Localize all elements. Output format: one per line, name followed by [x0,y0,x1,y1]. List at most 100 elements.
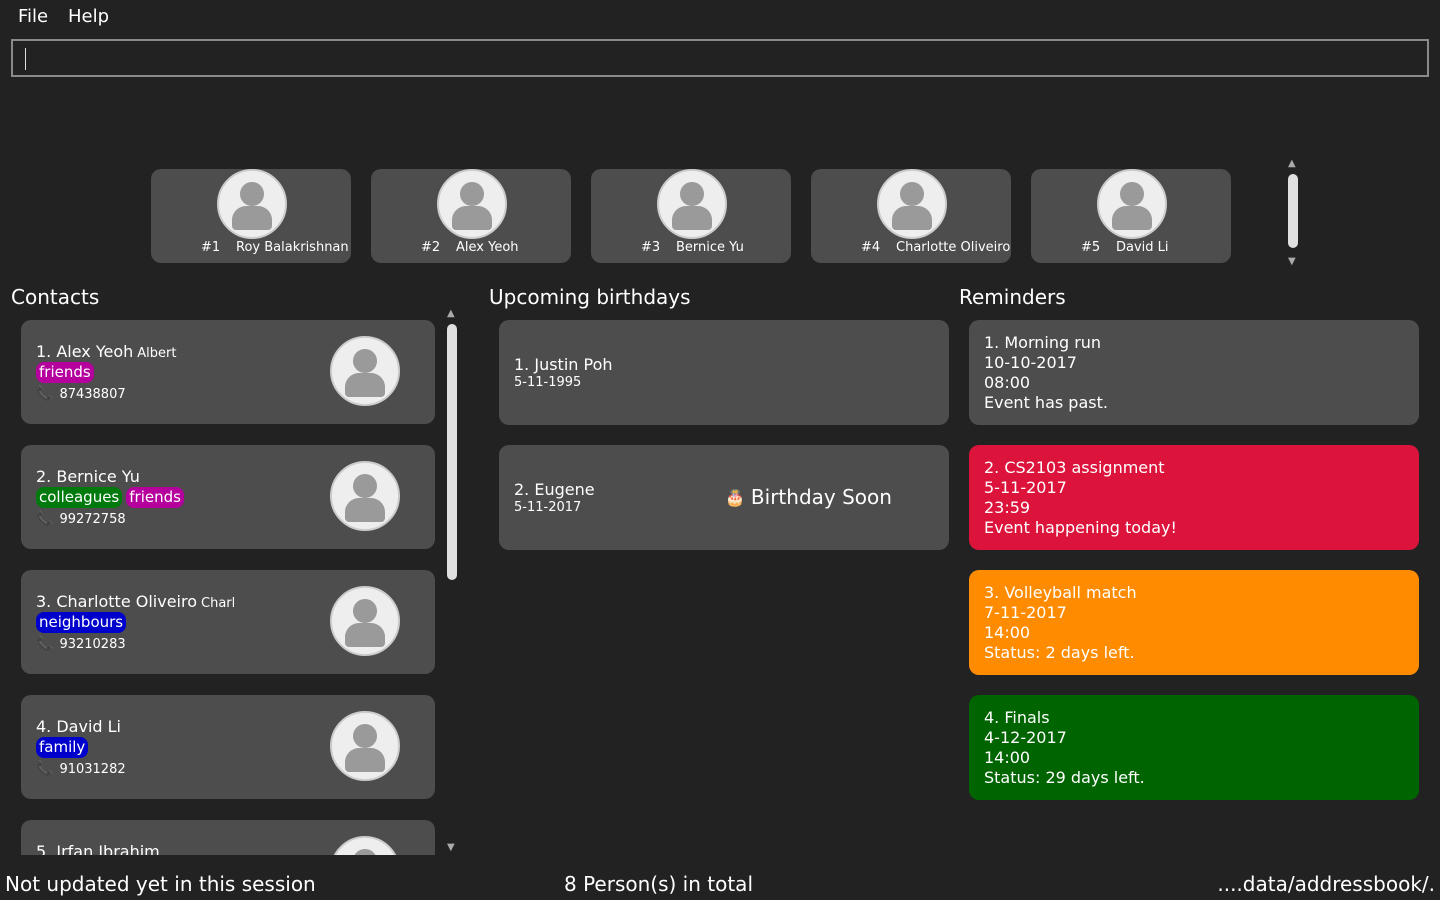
contact-phone: 📞 91031282 [36,761,126,777]
contact-card[interactable]: 4. David Li family 📞 91031282 [21,695,435,799]
favourite-index: #4 [861,240,881,255]
reminder-title: 2. CS2103 assignment [984,458,1165,477]
tag-list: family [36,737,89,758]
tag-neighbours: neighbours [36,612,127,633]
birthday-name: 1. Justin Poh [514,355,613,374]
reminder-card[interactable]: 4. Finals 4-12-2017 14:00 Status: 29 days l… [969,695,1419,800]
scroll-up-arrow-icon[interactable]: ▲ [1288,158,1296,169]
scroll-down-arrow-icon[interactable]: ▼ [1288,256,1296,267]
contact-nickname: Charl [201,596,236,611]
birthday-card[interactable]: 2. Eugene 5-11-2017 🎂 Birthday Soon [499,445,949,550]
scroll-up-arrow-icon[interactable]: ▲ [447,308,455,319]
reminder-time: 08:00 [984,373,1031,392]
phone-icon: 📞 [36,761,54,777]
avatar-head [353,724,377,748]
contact-card[interactable]: 5. Irfan Ibrahim [21,820,435,855]
contact-name: 1. Alex Yeoh Albert [36,342,176,361]
avatar-head [680,182,704,206]
reminder-title: 1. Morning run [984,333,1102,352]
reminder-status: Status: 2 days left. [984,643,1135,662]
reminder-date: 5-11-2017 [984,478,1067,497]
phone-number: 87438807 [59,386,126,402]
favourite-name: Alex Yeoh [456,240,519,255]
birthday-soon-badge: 🎂 Birthday Soon [725,485,892,509]
scroll-thumb[interactable] [447,324,457,580]
reminder-date: 10-10-2017 [984,353,1077,372]
favourite-name: David Li [1116,240,1169,255]
avatar [437,169,507,239]
contact-phone: 📞 87438807 [36,386,126,402]
reminder-status: Event happening today! [984,518,1177,537]
save-location: ....data/addressbook/. [1217,872,1435,896]
phone-icon: 📞 [36,511,54,527]
tag-list: neighbours [36,612,127,633]
favourite-card[interactable]: #5 David Li [1031,169,1231,263]
contact-name: 2. Bernice Yu [36,467,140,486]
avatar-body [345,748,385,772]
contact-name-text: 5. Irfan Ibrahim [36,842,160,855]
favourite-card[interactable]: #2 Alex Yeoh [371,169,571,263]
avatar-body [232,206,272,230]
menu-file[interactable]: File [18,6,48,27]
phone-icon: 📞 [36,636,54,652]
birthdays-title: Upcoming birthdays [489,285,691,309]
phone-number: 93210283 [59,636,126,652]
phone-icon: 📞 [36,386,54,402]
cake-icon: 🎂 [725,487,745,507]
phone-number: 91031282 [59,761,126,777]
avatar-head [353,349,377,373]
favourite-name: Roy Balakrishnan [236,240,349,255]
birthday-date: 5-11-1995 [514,375,582,390]
reminder-card[interactable]: 3. Volleyball match 7-11-2017 14:00 Status:… [969,570,1419,675]
sync-status: Not updated yet in this session [5,872,316,896]
avatar-body [452,206,492,230]
avatar [330,336,400,406]
contact-card[interactable]: 1. Alex Yeoh Albert friends 📞 87438807 [21,320,435,424]
birthday-card[interactable]: 1. Justin Poh 5-11-1995 [499,320,949,425]
contacts-scrollbar[interactable]: ▲ ▼ [446,308,458,856]
contact-name-text: 1. Alex Yeoh [36,342,134,361]
favourite-card[interactable]: #3 Bernice Yu [591,169,791,263]
contacts-list[interactable]: 1. Alex Yeoh Albert friends 📞 87438807 2. Ber… [0,310,460,855]
reminder-date: 4-12-2017 [984,728,1067,747]
reminder-time: 23:59 [984,498,1031,517]
status-bar: Not updated yet in this session 8 Person… [0,866,1440,900]
avatar-head [240,182,264,206]
avatar-body [1112,206,1152,230]
contact-name: 3. Charlotte Oliveiro Charl [36,592,235,611]
favourite-index: #5 [1081,240,1101,255]
contact-name: 4. David Li [36,717,121,736]
tag-list: friends [36,362,94,383]
favourite-name: Charlotte Oliveiro [896,240,1011,255]
favourites-scrollbar[interactable]: ▲ ▼ [1287,158,1299,270]
avatar [330,461,400,531]
reminder-date: 7-11-2017 [984,603,1067,622]
avatar-head [460,182,484,206]
avatar-head [900,182,924,206]
avatar [330,711,400,781]
menu-help[interactable]: Help [68,6,109,27]
reminders-title: Reminders [959,285,1066,309]
favourite-card[interactable]: #4 Charlotte Oliveiro [811,169,1011,263]
avatar-head [353,849,377,855]
contact-card[interactable]: 3. Charlotte Oliveiro Charl neighbours 📞 932… [21,570,435,674]
contact-card[interactable]: 2. Bernice Yu colleagues friends 📞 99272758 [21,445,435,549]
contact-name-text: 4. David Li [36,717,121,736]
scroll-thumb[interactable] [1288,174,1298,248]
reminder-card[interactable]: 1. Morning run 10-10-2017 08:00 Event has p… [969,320,1419,425]
favourite-card[interactable]: #1 Roy Balakrishnan [151,169,351,263]
command-input[interactable] [11,39,1429,77]
avatar [877,169,947,239]
reminder-card[interactable]: 2. CS2103 assignment 5-11-2017 23:59 Event … [969,445,1419,550]
reminder-title: 3. Volleyball match [984,583,1137,602]
contact-phone: 📞 93210283 [36,636,126,652]
contact-name: 5. Irfan Ibrahim [36,842,160,855]
avatar [657,169,727,239]
scroll-down-arrow-icon[interactable]: ▼ [447,842,455,853]
avatar [1097,169,1167,239]
avatar [330,836,400,855]
avatar-head [353,474,377,498]
reminder-time: 14:00 [984,623,1031,642]
phone-number: 99272758 [59,511,126,527]
tag-friends: friends [126,487,184,508]
